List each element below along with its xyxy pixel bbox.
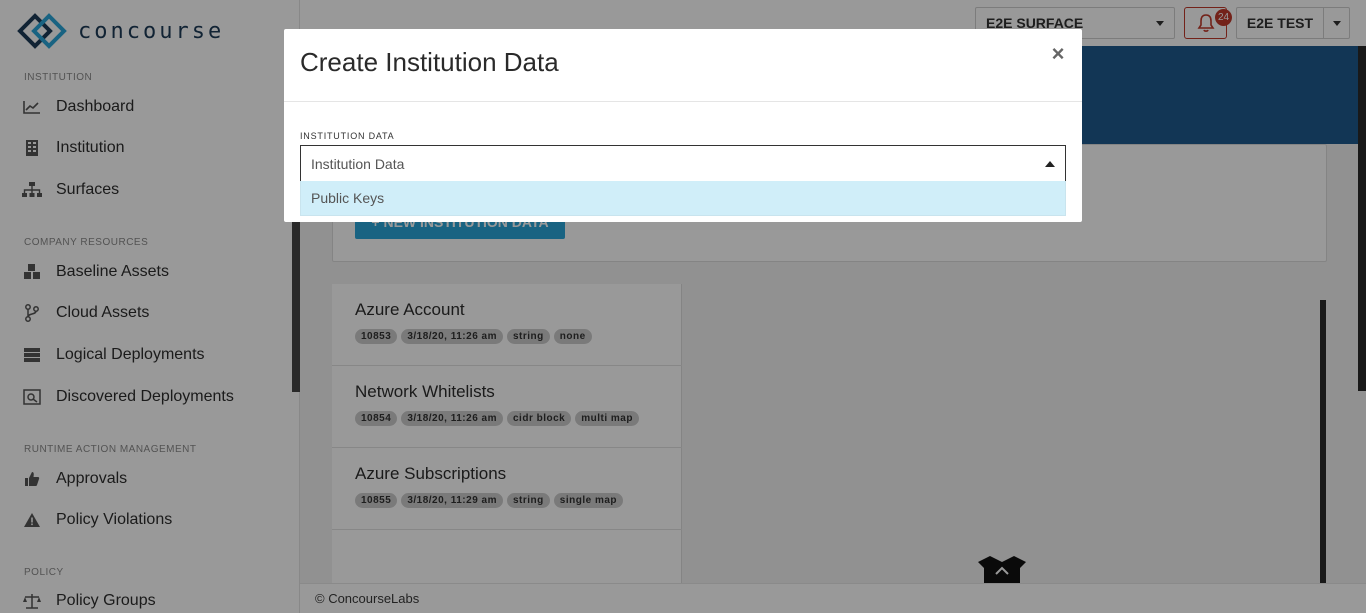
modal-title: Create Institution Data [300,47,559,77]
institution-data-label: INSTITUTION DATA [300,131,395,141]
option-label: Public Keys [311,190,385,206]
institution-data-select[interactable]: Institution Data [300,145,1066,182]
left-rail [292,220,300,392]
close-icon[interactable]: × [1047,43,1069,65]
modal-header: Create Institution Data × [284,29,1082,102]
option-public-keys[interactable]: Public Keys [300,181,1066,216]
select-placeholder: Institution Data [311,155,405,172]
create-institution-data-modal: Create Institution Data × INSTITUTION DA… [284,29,1082,222]
chevron-up-icon [1045,161,1055,167]
